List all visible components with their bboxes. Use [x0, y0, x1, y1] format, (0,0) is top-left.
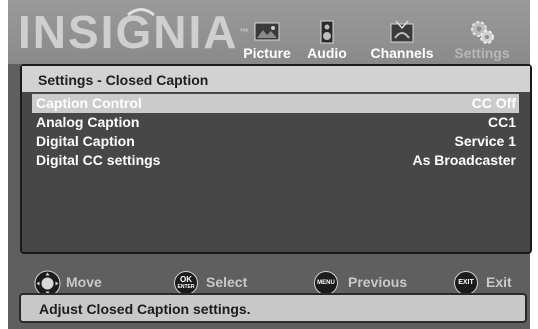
antenna-icon: [390, 20, 414, 43]
picture-icon: [254, 22, 280, 41]
speaker-icon: [320, 20, 334, 44]
tab-audio-label: Audio: [307, 45, 347, 61]
gears-icon: [471, 21, 494, 44]
help-text: Adjust Closed Caption settings.: [39, 301, 251, 317]
row-value: CC Off: [471, 95, 516, 111]
tv-menu-screen: INSIGNIA™ Picture Audio Channels Setting…: [8, 0, 532, 329]
menu-row-digital-caption[interactable]: Digital Caption Service 1: [32, 132, 519, 151]
tab-settings-label: Settings: [454, 45, 510, 61]
tab-channels-label: Channels: [370, 45, 434, 61]
menu-header: INSIGNIA™ Picture Audio Channels Setting…: [8, 0, 530, 64]
hint-move-label: Move: [66, 274, 102, 290]
enter-key-text: ENTER: [177, 284, 195, 290]
logo-arc-icon: [127, 8, 155, 16]
hint-select-label: Select: [206, 274, 248, 290]
row-label: Digital Caption: [36, 133, 135, 149]
menu-row-caption-control[interactable]: Caption Control CC Off: [32, 94, 519, 113]
menu-button-icon: MENU: [314, 271, 338, 295]
row-label: Analog Caption: [36, 114, 140, 130]
tab-channels[interactable]: Channels: [365, 20, 439, 61]
ok-key-text: OK: [180, 275, 192, 284]
menu-row-analog-caption[interactable]: Analog Caption CC1: [32, 113, 519, 132]
tab-audio[interactable]: Audio: [290, 20, 364, 61]
exit-button-icon: EXIT: [454, 271, 478, 295]
help-status-bar: Adjust Closed Caption settings.: [19, 293, 527, 323]
row-label: Caption Control: [36, 95, 142, 111]
hint-exit-label: Exit: [486, 274, 512, 290]
ok-enter-button-icon: OK ENTER: [174, 271, 198, 295]
panel-title: Settings - Closed Caption: [22, 66, 530, 92]
closed-caption-panel: Settings - Closed Caption Caption Contro…: [20, 64, 532, 254]
row-label: Digital CC settings: [36, 152, 161, 168]
row-value: As Broadcaster: [412, 152, 517, 168]
row-value: Service 1: [454, 133, 517, 149]
tab-settings[interactable]: Settings: [445, 20, 519, 61]
hint-previous-label: Previous: [348, 274, 408, 290]
menu-row-digital-cc-settings[interactable]: Digital CC settings As Broadcaster: [32, 151, 519, 170]
row-value: CC1: [487, 114, 516, 130]
